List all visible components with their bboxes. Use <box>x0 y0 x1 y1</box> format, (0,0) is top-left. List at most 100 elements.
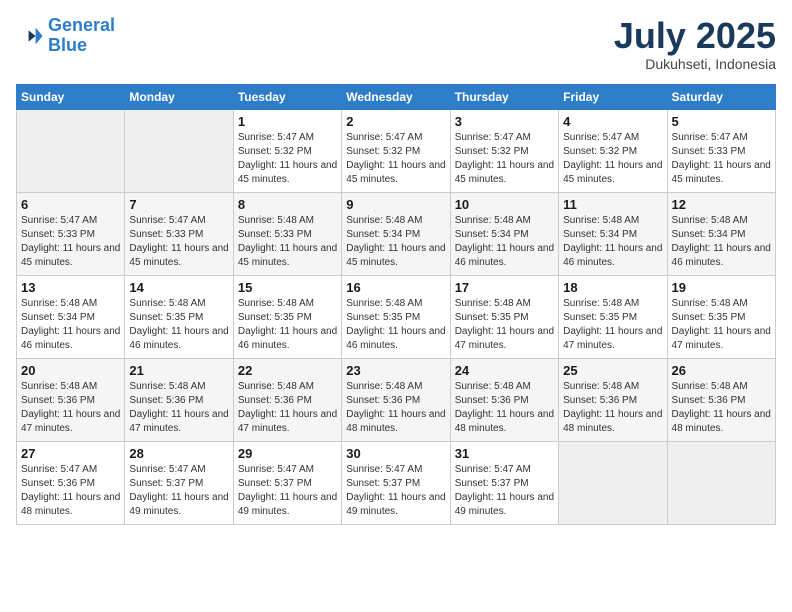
day-number: 22 <box>238 363 337 378</box>
calendar-cell: 4Sunrise: 5:47 AM Sunset: 5:32 PM Daylig… <box>559 109 667 192</box>
day-detail: Sunrise: 5:47 AM Sunset: 5:32 PM Dayligh… <box>346 131 445 187</box>
day-number: 26 <box>672 363 771 378</box>
calendar-cell: 11 Sunrise: 5:48 AM Sunset: 5:34 PM Dayli… <box>559 192 667 275</box>
day-detail: Sunrise: 5:48 AM Sunset: 5:34 PM Dayligh… <box>21 297 120 353</box>
weekday-header-saturday: Saturday <box>667 84 775 109</box>
day-number: 9 <box>346 197 445 212</box>
day-detail: Sunrise: 5:48 AM Sunset: 5:36 PM Dayligh… <box>455 380 554 436</box>
day-detail: Sunrise: 5:48 AM Sunset: 5:35 PM Dayligh… <box>129 297 228 353</box>
calendar-cell: 21 Sunrise: 5:48 AM Sunset: 5:36 PM Dayli… <box>125 358 233 441</box>
calendar-cell <box>559 441 667 524</box>
logo-line1: General <box>48 15 115 35</box>
calendar-cell: 8Sunrise: 5:48 AM Sunset: 5:33 PM Daylig… <box>233 192 341 275</box>
day-number: 24 <box>455 363 554 378</box>
day-detail: Sunrise: 5:47 AM Sunset: 5:32 PM Dayligh… <box>238 131 337 187</box>
day-detail: Sunrise: 5:47 AM Sunset: 5:33 PM Dayligh… <box>129 214 228 270</box>
calendar-cell <box>17 109 125 192</box>
calendar-cell <box>125 109 233 192</box>
calendar-cell: 28 Sunrise: 5:47 AM Sunset: 5:37 PM Dayli… <box>125 441 233 524</box>
day-detail: Sunrise: 5:48 AM Sunset: 5:35 PM Dayligh… <box>238 297 337 353</box>
week-row-1: 1 Sunrise: 5:47 AM Sunset: 5:32 PM Daylig… <box>17 109 776 192</box>
day-detail: Sunrise: 5:47 AM Sunset: 5:33 PM Dayligh… <box>21 214 120 270</box>
day-detail: Sunrise: 5:48 AM Sunset: 5:36 PM Dayligh… <box>563 380 662 436</box>
day-detail: Sunrise: 5:48 AM Sunset: 5:33 PM Dayligh… <box>238 214 337 270</box>
day-detail: Sunrise: 5:47 AM Sunset: 5:32 PM Dayligh… <box>455 131 554 187</box>
day-number: 7 <box>129 197 228 212</box>
day-number: 2 <box>346 114 445 129</box>
week-row-5: 27 Sunrise: 5:47 AM Sunset: 5:36 PM Dayli… <box>17 441 776 524</box>
day-number: 29 <box>238 446 337 461</box>
day-number: 31 <box>455 446 554 461</box>
calendar-cell: 24 Sunrise: 5:48 AM Sunset: 5:36 PM Dayli… <box>450 358 558 441</box>
day-detail: Sunrise: 5:48 AM Sunset: 5:36 PM Dayligh… <box>672 380 771 436</box>
calendar-table: SundayMondayTuesdayWednesdayThursdayFrid… <box>16 84 776 525</box>
page-header: General Blue July 2025 Dukuhseti, Indone… <box>16 16 776 72</box>
day-detail: Sunrise: 5:48 AM Sunset: 5:36 PM Dayligh… <box>238 380 337 436</box>
day-number: 6 <box>21 197 120 212</box>
day-number: 21 <box>129 363 228 378</box>
calendar-cell <box>667 441 775 524</box>
calendar-cell: 16Sunrise: 5:48 AM Sunset: 5:35 PM Dayli… <box>342 275 450 358</box>
weekday-header-friday: Friday <box>559 84 667 109</box>
day-number: 28 <box>129 446 228 461</box>
weekday-header-row: SundayMondayTuesdayWednesdayThursdayFrid… <box>17 84 776 109</box>
day-number: 18 <box>563 280 662 295</box>
logo-icon <box>16 22 44 50</box>
day-detail: Sunrise: 5:47 AM Sunset: 5:37 PM Dayligh… <box>129 463 228 519</box>
day-detail: Sunrise: 5:47 AM Sunset: 5:36 PM Dayligh… <box>21 463 120 519</box>
weekday-header-wednesday: Wednesday <box>342 84 450 109</box>
calendar-cell: 31 Sunrise: 5:47 AM Sunset: 5:37 PM Dayli… <box>450 441 558 524</box>
day-number: 17 <box>455 280 554 295</box>
week-row-2: 6 Sunrise: 5:47 AM Sunset: 5:33 PM Daylig… <box>17 192 776 275</box>
week-row-4: 20 Sunrise: 5:48 AM Sunset: 5:36 PM Dayli… <box>17 358 776 441</box>
day-detail: Sunrise: 5:48 AM Sunset: 5:34 PM Dayligh… <box>346 214 445 270</box>
day-detail: Sunrise: 5:48 AM Sunset: 5:35 PM Dayligh… <box>672 297 771 353</box>
calendar-cell: 27 Sunrise: 5:47 AM Sunset: 5:36 PM Dayli… <box>17 441 125 524</box>
day-number: 12 <box>672 197 771 212</box>
calendar-cell: 30 Sunrise: 5:47 AM Sunset: 5:37 PM Dayli… <box>342 441 450 524</box>
calendar-cell: 1 Sunrise: 5:47 AM Sunset: 5:32 PM Daylig… <box>233 109 341 192</box>
day-number: 27 <box>21 446 120 461</box>
day-detail: Sunrise: 5:47 AM Sunset: 5:37 PM Dayligh… <box>455 463 554 519</box>
day-detail: Sunrise: 5:48 AM Sunset: 5:34 PM Dayligh… <box>455 214 554 270</box>
calendar-cell: 22 Sunrise: 5:48 AM Sunset: 5:36 PM Dayli… <box>233 358 341 441</box>
logo-text: General Blue <box>48 16 115 56</box>
week-row-3: 13 Sunrise: 5:48 AM Sunset: 5:34 PM Dayli… <box>17 275 776 358</box>
day-detail: Sunrise: 5:48 AM Sunset: 5:34 PM Dayligh… <box>563 214 662 270</box>
day-number: 1 <box>238 114 337 129</box>
calendar-cell: 23 Sunrise: 5:48 AM Sunset: 5:36 PM Dayli… <box>342 358 450 441</box>
day-number: 20 <box>21 363 120 378</box>
day-detail: Sunrise: 5:48 AM Sunset: 5:36 PM Dayligh… <box>346 380 445 436</box>
logo-line2: Blue <box>48 35 87 55</box>
day-number: 10 <box>455 197 554 212</box>
calendar-cell: 7 Sunrise: 5:47 AM Sunset: 5:33 PM Daylig… <box>125 192 233 275</box>
day-detail: Sunrise: 5:47 AM Sunset: 5:33 PM Dayligh… <box>672 131 771 187</box>
day-number: 15 <box>238 280 337 295</box>
calendar-cell: 20 Sunrise: 5:48 AM Sunset: 5:36 PM Dayli… <box>17 358 125 441</box>
day-number: 5 <box>672 114 771 129</box>
calendar-cell: 6 Sunrise: 5:47 AM Sunset: 5:33 PM Daylig… <box>17 192 125 275</box>
day-number: 30 <box>346 446 445 461</box>
calendar-cell: 9 Sunrise: 5:48 AM Sunset: 5:34 PM Daylig… <box>342 192 450 275</box>
day-number: 13 <box>21 280 120 295</box>
logo: General Blue <box>16 16 115 56</box>
calendar-cell: 18Sunrise: 5:48 AM Sunset: 5:35 PM Dayli… <box>559 275 667 358</box>
day-detail: Sunrise: 5:48 AM Sunset: 5:35 PM Dayligh… <box>455 297 554 353</box>
calendar-cell: 17 Sunrise: 5:48 AM Sunset: 5:35 PM Dayli… <box>450 275 558 358</box>
day-number: 23 <box>346 363 445 378</box>
calendar-cell: 19 Sunrise: 5:48 AM Sunset: 5:35 PM Dayli… <box>667 275 775 358</box>
day-detail: Sunrise: 5:48 AM Sunset: 5:34 PM Dayligh… <box>672 214 771 270</box>
location: Dukuhseti, Indonesia <box>614 56 776 72</box>
day-detail: Sunrise: 5:47 AM Sunset: 5:32 PM Dayligh… <box>563 131 662 187</box>
calendar-cell: 29 Sunrise: 5:47 AM Sunset: 5:37 PM Dayli… <box>233 441 341 524</box>
day-detail: Sunrise: 5:47 AM Sunset: 5:37 PM Dayligh… <box>346 463 445 519</box>
day-number: 16 <box>346 280 445 295</box>
title-block: July 2025 Dukuhseti, Indonesia <box>614 16 776 72</box>
day-detail: Sunrise: 5:47 AM Sunset: 5:37 PM Dayligh… <box>238 463 337 519</box>
weekday-header-thursday: Thursday <box>450 84 558 109</box>
calendar-cell: 25Sunrise: 5:48 AM Sunset: 5:36 PM Dayli… <box>559 358 667 441</box>
day-number: 11 <box>563 197 662 212</box>
day-detail: Sunrise: 5:48 AM Sunset: 5:36 PM Dayligh… <box>21 380 120 436</box>
day-number: 19 <box>672 280 771 295</box>
day-detail: Sunrise: 5:48 AM Sunset: 5:36 PM Dayligh… <box>129 380 228 436</box>
